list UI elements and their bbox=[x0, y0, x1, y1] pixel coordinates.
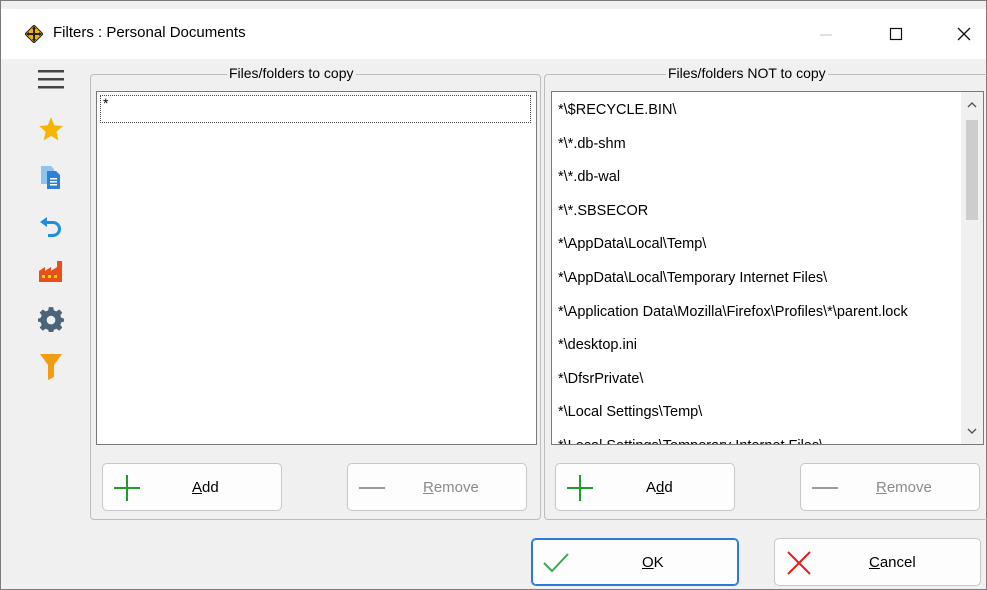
factory-button[interactable] bbox=[37, 257, 65, 285]
list-item[interactable]: *\Local Settings\Temp\ bbox=[552, 396, 962, 430]
list-item[interactable]: *\AppData\Local\Temp\ bbox=[552, 228, 962, 262]
menu-button[interactable] bbox=[37, 65, 65, 93]
scroll-up-button[interactable] bbox=[961, 94, 983, 116]
chevron-up-icon bbox=[967, 102, 977, 108]
vertical-scrollbar[interactable] bbox=[961, 92, 983, 444]
minimize-icon bbox=[820, 34, 832, 36]
maximize-button[interactable] bbox=[873, 9, 919, 59]
list-item[interactable]: *\Application Data\Mozilla\Firefox\Profi… bbox=[552, 296, 962, 330]
exclude-group-title: Files/folders NOT to copy bbox=[666, 65, 828, 81]
favorites-button[interactable] bbox=[37, 115, 65, 143]
include-group-title: Files/folders to copy bbox=[227, 65, 356, 81]
ok-button[interactable]: OK bbox=[531, 538, 739, 586]
exclude-add-button[interactable]: Add bbox=[555, 463, 735, 511]
include-remove-button[interactable]: Remove bbox=[347, 463, 527, 511]
list-item[interactable]: *\AppData\Local\Temporary Internet Files… bbox=[552, 262, 962, 296]
scroll-down-button[interactable] bbox=[961, 420, 983, 442]
chevron-down-icon bbox=[967, 428, 977, 434]
documents-icon bbox=[41, 166, 60, 189]
list-item[interactable]: * bbox=[100, 95, 531, 123]
minus-icon bbox=[359, 487, 385, 489]
app-logo-icon bbox=[25, 25, 43, 43]
plus-icon bbox=[114, 475, 140, 501]
cross-icon bbox=[787, 551, 811, 575]
list-item[interactable]: *\$RECYCLE.BIN\ bbox=[552, 94, 962, 128]
window-title: Filters : Personal Documents bbox=[53, 24, 246, 41]
exclude-add-label: Add bbox=[646, 478, 673, 496]
cancel-button[interactable]: Cancel bbox=[774, 538, 981, 586]
plus-icon bbox=[567, 475, 593, 501]
undo-button[interactable] bbox=[37, 211, 65, 239]
include-add-button[interactable]: Add bbox=[102, 463, 282, 511]
filter-icon bbox=[40, 354, 62, 380]
gear-icon bbox=[38, 307, 64, 332]
filters-button[interactable] bbox=[37, 353, 65, 381]
exclude-list[interactable]: *\$RECYCLE.BIN\ *\*.db-shm *\*.db-wal *\… bbox=[551, 91, 984, 445]
include-list[interactable]: * bbox=[96, 91, 537, 445]
cancel-label: Cancel bbox=[869, 553, 916, 571]
undo-icon bbox=[40, 217, 61, 237]
list-item[interactable]: *\Local Settings\Temporary Internet File… bbox=[552, 430, 962, 444]
title-bar[interactable]: Filters : Personal Documents bbox=[1, 9, 986, 59]
close-button[interactable] bbox=[941, 9, 987, 59]
minus-icon bbox=[812, 487, 838, 489]
include-add-label: Add bbox=[192, 478, 219, 496]
settings-button[interactable] bbox=[37, 305, 65, 333]
menu-icon bbox=[38, 70, 64, 89]
include-group: Files/folders to copy * bbox=[90, 65, 541, 520]
list-item[interactable]: *\desktop.ini bbox=[552, 329, 962, 363]
close-icon bbox=[957, 27, 971, 41]
list-item[interactable]: *\DfsrPrivate\ bbox=[552, 363, 962, 397]
list-item[interactable]: *\*.db-wal bbox=[552, 161, 962, 195]
factory-icon bbox=[39, 261, 62, 282]
filters-dialog: Filters : Personal Documents Files/folde… bbox=[0, 0, 987, 590]
minimize-button[interactable] bbox=[803, 9, 849, 59]
exclude-remove-button[interactable]: Remove bbox=[800, 463, 980, 511]
maximize-icon bbox=[889, 27, 903, 41]
exclude-remove-label: Remove bbox=[876, 478, 932, 496]
star-icon bbox=[39, 117, 63, 141]
list-item[interactable]: *\*.db-shm bbox=[552, 128, 962, 162]
scroll-thumb[interactable] bbox=[966, 120, 978, 220]
exclude-group: Files/folders NOT to copy *\$RECYCLE.BIN… bbox=[544, 65, 987, 520]
copy-button[interactable] bbox=[37, 163, 65, 191]
list-item[interactable]: *\*.SBSECOR bbox=[552, 195, 962, 229]
checkmark-icon bbox=[543, 553, 569, 573]
include-remove-label: Remove bbox=[423, 478, 479, 496]
ok-label: OK bbox=[642, 553, 664, 571]
